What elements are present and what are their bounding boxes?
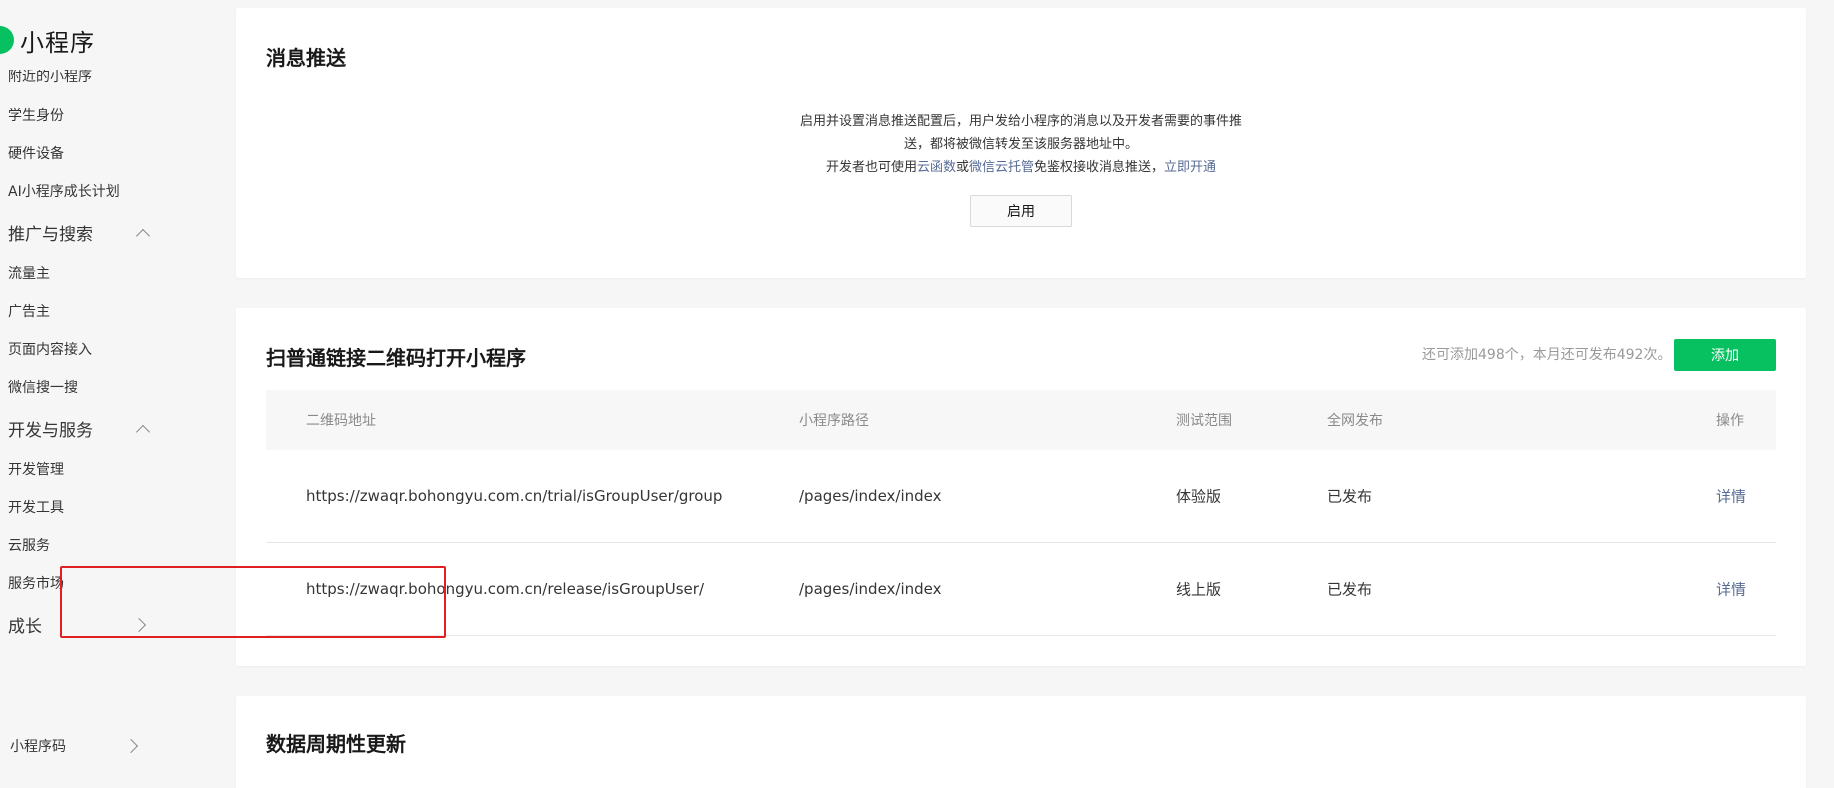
- qr-link-title: 扫普通链接二维码打开小程序: [266, 346, 526, 370]
- add-button[interactable]: 添加: [1674, 339, 1776, 371]
- header-path: 小程序路径: [799, 413, 869, 429]
- chevron-right-icon: [131, 617, 147, 632]
- desc-prefix: 开发者也可使用: [825, 160, 917, 175]
- table-header: 二维码地址 小程序路径 测试范围 全网发布 操作: [266, 390, 1776, 450]
- qr-table: 二维码地址 小程序路径 测试范围 全网发布 操作 https://zwaqr.b…: [266, 390, 1776, 636]
- sidebar-item-dev-manage[interactable]: 开发管理: [8, 459, 64, 479]
- sidebar-group-dev[interactable]: 开发与服务: [8, 416, 151, 441]
- header-test-scope: 测试范围: [1176, 413, 1232, 429]
- quota-text: 还可添加498个，本月还可发布492次。: [1422, 347, 1672, 363]
- sidebar-item-wechat-search[interactable]: 微信搜一搜: [8, 377, 78, 397]
- sidebar-item-cloud[interactable]: 云服务: [8, 535, 50, 555]
- header-publish: 全网发布: [1327, 413, 1383, 429]
- sidebar-item-page-content[interactable]: 页面内容接入: [8, 339, 92, 359]
- row-path: /pages/index/index: [799, 580, 942, 598]
- sidebar-item-mini-code[interactable]: 小程序码: [10, 736, 140, 756]
- table-row: https://zwaqr.bohongyu.com.cn/trial/isGr…: [266, 450, 1776, 543]
- chevron-up-icon: [135, 228, 151, 243]
- sidebar-item-dev-tools[interactable]: 开发工具: [8, 497, 64, 517]
- message-push-card: 消息推送 启用并设置消息推送配置后，用户发给小程序的消息以及开发者需要的事件推 …: [236, 8, 1806, 278]
- sidebar-item-ai-growth[interactable]: AI小程序成长计划: [8, 181, 120, 201]
- sidebar-item-student[interactable]: 学生身份: [8, 105, 64, 125]
- row-detail-link[interactable]: 详情: [1716, 486, 1746, 507]
- message-push-title: 消息推送: [266, 46, 346, 70]
- sidebar-group-growth[interactable]: 成长: [8, 612, 148, 637]
- cloud-hosting-link[interactable]: 微信云托管: [969, 160, 1034, 175]
- row-publish-status: 已发布: [1327, 580, 1373, 599]
- mini-code-label: 小程序码: [10, 739, 66, 755]
- brand[interactable]: 小程序: [0, 22, 95, 58]
- header-qr-url: 二维码地址: [306, 413, 376, 429]
- sidebar-group-label: 开发与服务: [8, 421, 93, 441]
- sidebar-item-hardware[interactable]: 硬件设备: [8, 143, 64, 163]
- desc-line-1: 启用并设置消息推送配置后，用户发给小程序的消息以及开发者需要的事件推: [799, 114, 1242, 129]
- row-test-scope: 线上版: [1176, 580, 1222, 599]
- desc-line-3: 开发者也可使用云函数或微信云托管免鉴权接收消息推送，立即开通: [236, 156, 1806, 179]
- enable-button[interactable]: 启用: [970, 195, 1072, 227]
- sidebar-item-market[interactable]: 服务市场: [8, 573, 64, 593]
- qr-link-card: 扫普通链接二维码打开小程序 还可添加498个，本月还可发布492次。 添加 二维…: [236, 308, 1806, 666]
- periodic-update-card: 数据周期性更新: [236, 696, 1806, 788]
- row-path: /pages/index/index: [799, 487, 942, 505]
- table-row: https://zwaqr.bohongyu.com.cn/release/is…: [266, 543, 1776, 636]
- sidebar-item-advertiser[interactable]: 广告主: [8, 301, 50, 321]
- sidebar-group-promotion[interactable]: 推广与搜索: [8, 220, 151, 245]
- open-now-link[interactable]: 立即开通: [1164, 160, 1216, 175]
- chevron-right-icon: [123, 738, 139, 754]
- logo-icon: [0, 26, 14, 54]
- sidebar-group-label: 成长: [8, 617, 42, 637]
- desc-suffix: 免鉴权接收消息推送，: [1034, 160, 1165, 175]
- row-qr-url: https://zwaqr.bohongyu.com.cn/trial/isGr…: [306, 487, 723, 505]
- row-detail-link[interactable]: 详情: [1716, 579, 1746, 600]
- header-action: 操作: [1716, 413, 1744, 429]
- row-publish-status: 已发布: [1327, 487, 1373, 506]
- sidebar: 小程序 附近的小程序 学生身份 硬件设备 AI小程序成长计划 推广与搜索 流量主…: [0, 0, 228, 788]
- periodic-update-title: 数据周期性更新: [266, 732, 406, 756]
- message-push-description: 启用并设置消息推送配置后，用户发给小程序的消息以及开发者需要的事件推 送，都将被…: [236, 110, 1806, 179]
- sidebar-group-label: 推广与搜索: [8, 225, 93, 245]
- sidebar-item-nearby[interactable]: 附近的小程序: [8, 70, 92, 86]
- desc-or: 或: [955, 160, 969, 175]
- desc-line-2: 送，都将被微信转发至该服务器地址中。: [903, 137, 1138, 152]
- row-qr-url: https://zwaqr.bohongyu.com.cn/release/is…: [306, 580, 704, 598]
- chevron-up-icon: [135, 424, 151, 439]
- sidebar-item-traffic[interactable]: 流量主: [8, 263, 50, 283]
- cloud-function-link[interactable]: 云函数: [917, 160, 956, 175]
- row-test-scope: 体验版: [1176, 487, 1222, 506]
- brand-title: 小程序: [20, 28, 95, 57]
